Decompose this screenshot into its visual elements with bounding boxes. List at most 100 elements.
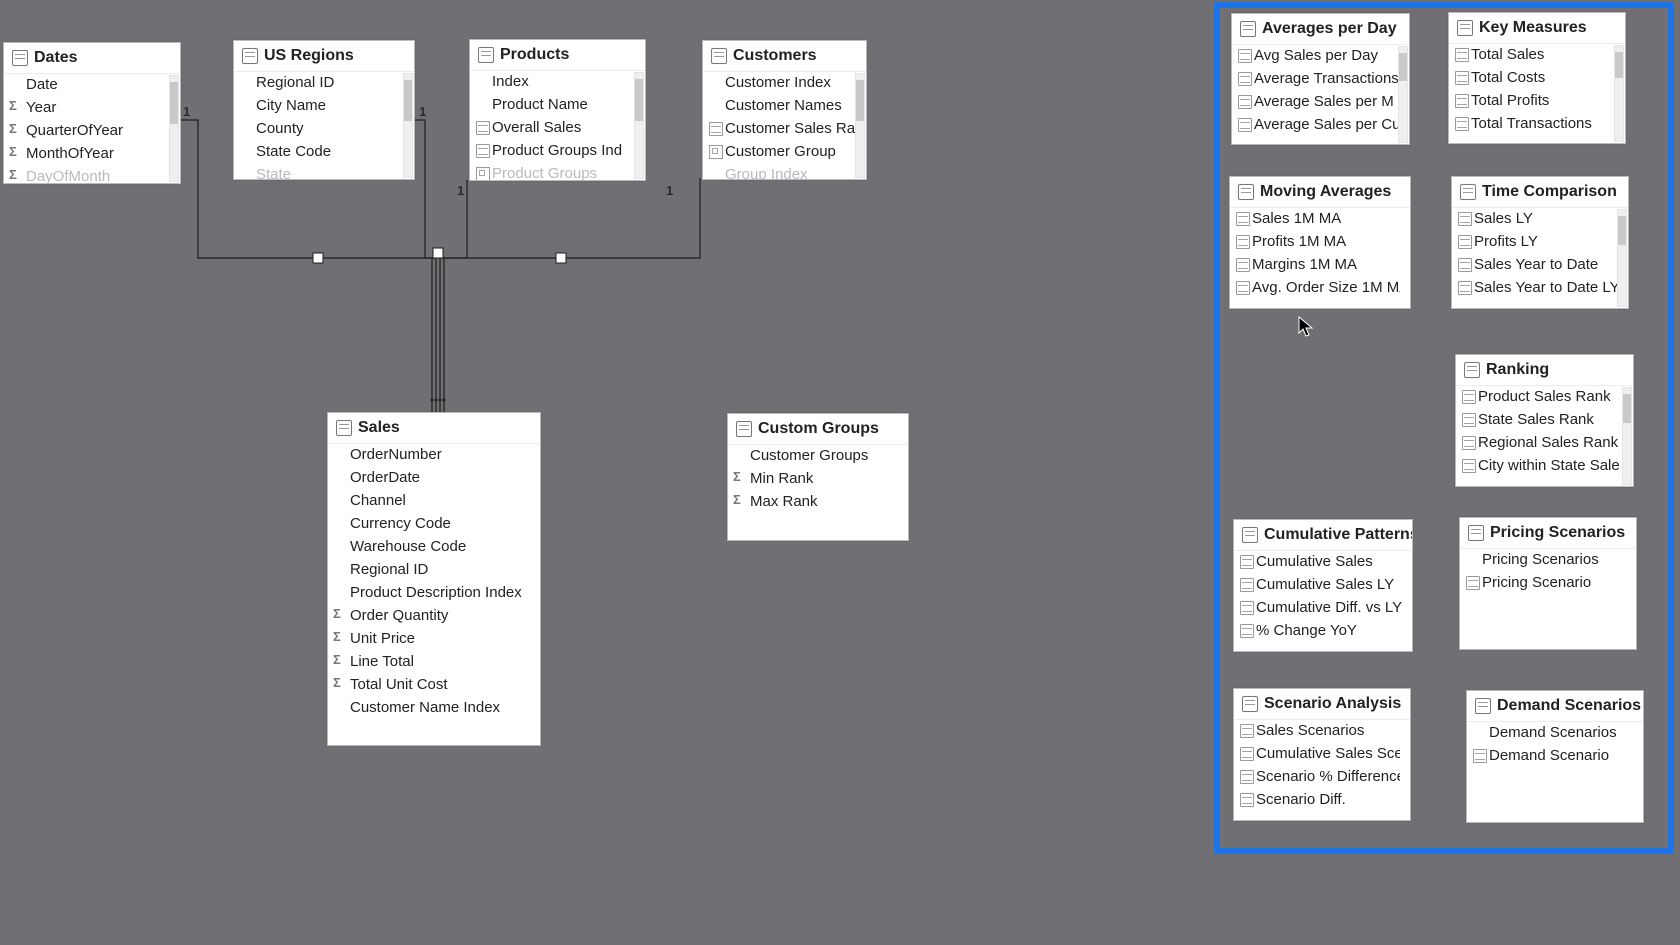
table-pricing-scenarios[interactable]: Pricing Scenarios Pricing ScenariosPrici… bbox=[1459, 517, 1637, 650]
field-row[interactable]: OrderNumber bbox=[328, 444, 530, 467]
field-row[interactable]: DayOfMonth bbox=[4, 166, 170, 183]
field-row[interactable]: Demand Scenario bbox=[1467, 745, 1633, 768]
field-row[interactable]: Channel bbox=[328, 490, 530, 513]
field-row[interactable]: Currency Code bbox=[328, 513, 530, 536]
calculator-icon bbox=[1455, 117, 1469, 131]
field-row[interactable]: Cumulative Sales bbox=[1234, 551, 1402, 574]
scrollbar[interactable] bbox=[169, 75, 179, 182]
field-row[interactable]: Max Rank bbox=[728, 491, 898, 514]
field-row[interactable]: Total Costs bbox=[1449, 67, 1615, 90]
field-row[interactable]: Total Transactions bbox=[1449, 113, 1615, 136]
field-row[interactable]: Sales LY bbox=[1452, 208, 1618, 231]
scrollbar[interactable] bbox=[634, 72, 644, 179]
field-row[interactable]: Pricing Scenarios bbox=[1460, 549, 1626, 572]
field-label: QuarterOfYear bbox=[26, 122, 123, 139]
field-row[interactable]: Avg Sales per Day bbox=[1232, 45, 1399, 68]
scrollbar[interactable] bbox=[855, 73, 865, 178]
table-customers[interactable]: Customers Customer IndexCustomer NamesCu… bbox=[702, 40, 867, 180]
field-row[interactable]: QuarterOfYear bbox=[4, 120, 170, 143]
field-label: State Sales Rank bbox=[1478, 411, 1594, 428]
field-row[interactable]: Line Total bbox=[328, 651, 530, 674]
field-row[interactable]: Average Sales per Cu bbox=[1232, 114, 1399, 137]
table-averages-per-day[interactable]: Averages per Day Avg Sales per DayAverag… bbox=[1231, 13, 1410, 145]
field-row[interactable]: Regional ID bbox=[234, 72, 404, 95]
table-us-regions[interactable]: US Regions Regional IDCity NameCountySta… bbox=[233, 40, 415, 180]
field-row[interactable]: Profits LY bbox=[1452, 231, 1618, 254]
field-label: Profits LY bbox=[1474, 233, 1538, 250]
table-sales[interactable]: Sales OrderNumberOrderDateChannelCurrenc… bbox=[327, 412, 541, 746]
field-row[interactable]: Warehouse Code bbox=[328, 536, 530, 559]
field-row[interactable]: Group Index bbox=[703, 164, 856, 179]
field-row[interactable]: Date bbox=[4, 74, 170, 97]
field-row[interactable]: Product Groups Ind bbox=[470, 140, 635, 163]
field-row[interactable]: Average Transactions bbox=[1232, 68, 1399, 91]
field-row[interactable]: Order Quantity bbox=[328, 605, 530, 628]
field-row[interactable]: Regional ID bbox=[328, 559, 530, 582]
scrollbar[interactable] bbox=[1617, 209, 1627, 307]
calculator-icon bbox=[1240, 793, 1254, 807]
field-row[interactable]: City Name bbox=[234, 95, 404, 118]
field-label: Customer Groups bbox=[750, 447, 868, 464]
field-row[interactable]: Customer Group bbox=[703, 141, 856, 164]
field-row[interactable]: State Code bbox=[234, 141, 404, 164]
field-row[interactable]: Regional Sales Rank bbox=[1456, 432, 1623, 455]
table-scenario-analysis[interactable]: Scenario Analysis Sales ScenariosCumulat… bbox=[1233, 688, 1411, 821]
field-row[interactable]: Margins 1M MA bbox=[1230, 254, 1400, 277]
field-row[interactable]: State Sales Rank bbox=[1456, 409, 1623, 432]
field-row[interactable]: Product Groups bbox=[470, 163, 635, 180]
field-row[interactable]: Profits 1M MA bbox=[1230, 231, 1400, 254]
table-cumulative-patterns[interactable]: Cumulative Patterns Cumulative SalesCumu… bbox=[1233, 519, 1413, 652]
table-products[interactable]: Products IndexProduct NameOverall SalesP… bbox=[469, 39, 646, 181]
scrollbar[interactable] bbox=[1622, 387, 1632, 485]
field-row[interactable]: Cumulative Diff. vs LY bbox=[1234, 597, 1402, 620]
field-row[interactable]: Sales Year to Date bbox=[1452, 254, 1618, 277]
field-row[interactable]: Customer Sales Ra bbox=[703, 118, 856, 141]
field-row[interactable]: Overall Sales bbox=[470, 117, 635, 140]
field-row[interactable]: Index bbox=[470, 71, 635, 94]
table-key-measures[interactable]: Key Measures Total SalesTotal CostsTotal… bbox=[1448, 12, 1626, 144]
field-row[interactable]: Customer Names bbox=[703, 95, 856, 118]
field-row[interactable]: Product Sales Rank bbox=[1456, 386, 1623, 409]
field-row[interactable]: Cumulative Sales Scena bbox=[1234, 743, 1400, 766]
field-row[interactable]: Min Rank bbox=[728, 468, 898, 491]
field-row[interactable]: Customer Name Index bbox=[328, 697, 530, 720]
field-row[interactable]: Total Profits bbox=[1449, 90, 1615, 113]
field-row[interactable]: MonthOfYear bbox=[4, 143, 170, 166]
field-row[interactable]: City within State Sale bbox=[1456, 455, 1623, 478]
scrollbar[interactable] bbox=[1614, 45, 1624, 142]
field-row[interactable]: Scenario Diff. bbox=[1234, 789, 1400, 812]
table-dates[interactable]: Dates DateYearQuarterOfYearMonthOfYearDa… bbox=[3, 42, 181, 184]
field-row[interactable]: County bbox=[234, 118, 404, 141]
field-row[interactable]: Total Sales bbox=[1449, 44, 1615, 67]
calculator-icon bbox=[1236, 281, 1250, 295]
field-row[interactable]: Pricing Scenario bbox=[1460, 572, 1626, 595]
field-row[interactable]: Sales 1M MA bbox=[1230, 208, 1400, 231]
field-row[interactable]: % Change YoY bbox=[1234, 620, 1402, 643]
field-row[interactable]: Year bbox=[4, 97, 170, 120]
field-row[interactable]: Customer Index bbox=[703, 72, 856, 95]
table-moving-averages[interactable]: Moving Averages Sales 1M MAProfits 1M MA… bbox=[1229, 176, 1411, 309]
field-label: Sales Year to Date bbox=[1474, 256, 1598, 273]
field-row[interactable]: Cumulative Sales LY bbox=[1234, 574, 1402, 597]
field-row[interactable]: OrderDate bbox=[328, 467, 530, 490]
table-title: Products bbox=[500, 46, 569, 64]
field-row[interactable]: Demand Scenarios bbox=[1467, 722, 1633, 745]
field-row[interactable]: Total Unit Cost bbox=[328, 674, 530, 697]
scrollbar[interactable] bbox=[403, 73, 413, 178]
field-row[interactable]: Scenario % Difference bbox=[1234, 766, 1400, 789]
field-row[interactable]: State bbox=[234, 164, 404, 179]
table-time-comparison[interactable]: Time Comparison Sales LYProfits LYSales … bbox=[1451, 176, 1629, 309]
field-row[interactable]: Average Sales per M bbox=[1232, 91, 1399, 114]
field-row[interactable]: Sales Scenarios bbox=[1234, 720, 1400, 743]
field-row[interactable]: Sales Year to Date LY bbox=[1452, 277, 1618, 300]
field-row[interactable]: Product Name bbox=[470, 94, 635, 117]
table-demand-scenarios[interactable]: Demand Scenarios Demand ScenariosDemand … bbox=[1466, 690, 1644, 823]
field-row[interactable]: Unit Price bbox=[328, 628, 530, 651]
field-row[interactable]: Customer Groups bbox=[728, 445, 898, 468]
field-row[interactable]: Product Description Index bbox=[328, 582, 530, 605]
calculator-icon bbox=[1240, 555, 1254, 569]
table-custom-groups[interactable]: Custom Groups Customer GroupsMin RankMax… bbox=[727, 413, 909, 541]
table-ranking[interactable]: Ranking Product Sales RankState Sales Ra… bbox=[1455, 354, 1634, 487]
field-row[interactable]: Avg. Order Size 1M MA bbox=[1230, 277, 1400, 300]
scrollbar[interactable] bbox=[1398, 46, 1408, 143]
